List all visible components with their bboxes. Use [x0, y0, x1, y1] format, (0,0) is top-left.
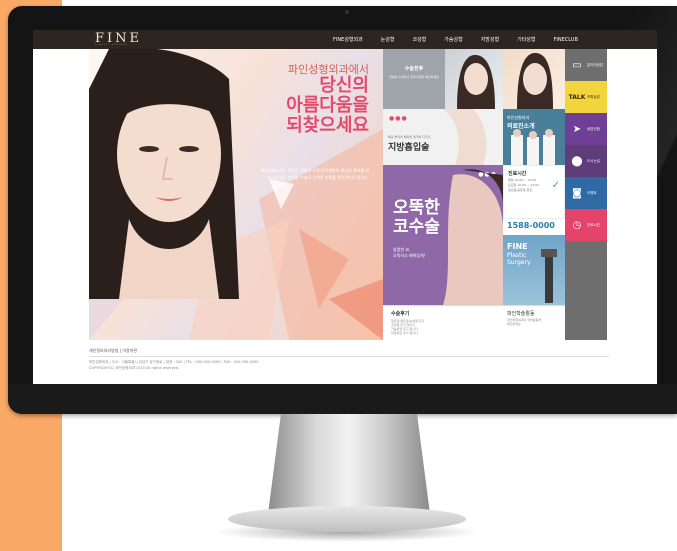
review-item[interactable]: 지방흡입 후기 입니다 [391, 331, 424, 335]
camera-icon: ◙ [572, 187, 582, 199]
tile-model-portrait[interactable] [445, 49, 503, 109]
phone-number[interactable]: 1588-0000 [507, 221, 555, 230]
content-column-middle: 수술전후 전반의 수술후기 전후사진을 확인하세요 ●●● 특정 부위의 체지방… [383, 49, 503, 340]
quick-consult-request[interactable]: ➤ 상담신청 [565, 113, 607, 145]
medical-device-image [541, 249, 557, 303]
menu-item-fine[interactable]: FINE성형외과 [333, 36, 363, 43]
main-menu: FINE성형외과 눈성형 코성형 가슴성형 지방성형 기타성형 FINECLUB [333, 30, 596, 49]
menu-item-nose[interactable]: 코성형 [412, 36, 426, 43]
hero-banner[interactable]: 파인성형외과에서 당신의 아름다움을 되찾으세요 파인성형외과는 풍부한 경험과… [89, 49, 383, 340]
doctors-image [511, 129, 555, 165]
tile-rhinoplasty-title-2: 코수술 [393, 217, 440, 237]
apple-logo-icon [337, 391, 351, 405]
tile-hours-list: 평일 10:00 ~ 19:00 토요일 10:00 ~ 15:00 일요일/공… [508, 178, 539, 193]
model-portrait-image [457, 55, 495, 109]
footer-address: 파인성형외과 | 주소 : 서울특별시 강남구 압구정로 | 대표 : 000 … [89, 360, 259, 364]
tile-before-after-subtitle: 전반의 수술후기 전후사진을 확인하세요 [389, 75, 439, 79]
tile-doctors[interactable]: 파인성형외과 의료진소개 [503, 109, 565, 165]
tile-rhinoplasty-title-1: 오뚝한 [393, 198, 440, 218]
tile-model-portrait-2[interactable] [503, 49, 565, 109]
clock-icon: ◷ [572, 219, 582, 231]
tile-before-after[interactable]: 수술전후 전반의 수술후기 전후사진을 확인하세요 [383, 49, 445, 109]
top-navigation: FINE PLASTIC SURGERY FINE성형외과 눈성형 코성형 가슴… [33, 30, 657, 49]
quick-clinic-hours[interactable]: ◷ 진료시간 [565, 209, 607, 241]
quick-menu-filler [565, 241, 607, 340]
hero-headline: 파인성형외과에서 당신의 아름다움을 되찾으세요 [286, 63, 369, 136]
tile-rhinoplasty-subtitle: 날렵한 코, 오똑하고 매력있게! [393, 247, 425, 259]
tile-rhinoplasty-title: 오뚝한 코수술 [393, 199, 440, 237]
chat-icon: ▭ [572, 59, 582, 71]
quick-event[interactable]: ◙ 이벤트 [565, 177, 607, 209]
quick-label: 카톡상담 [587, 94, 600, 99]
content-column-right: 파인성형외과 의료진소개 진료시간 평일 10:00 ~ 19:00 토요일 1… [503, 49, 565, 340]
hero-description: 파인성형외과는 풍부한 경험과 오랜 연구개발로 최상의 결과를 약속드립니다.… [260, 168, 369, 180]
tile-reviews-title: 수술후기 [391, 311, 410, 317]
camera-icon [345, 10, 349, 14]
tile-liposuction-subtitle: 특정 부위의 체지방 제거와 디자인 [388, 135, 431, 139]
quick-label: 진료시간 [587, 222, 600, 227]
tile-before-after-title: 수술전후 [404, 66, 424, 72]
quick-menu: ▭ 온라인상담 TALK 카톡상담 ➤ 상담신청 ⬤ 오시는길 ◙ 이벤트 ◷ … [565, 49, 607, 340]
activity-line: 확인하세요 [507, 322, 521, 326]
quick-label: 상담신청 [587, 126, 600, 131]
menu-item-fat[interactable]: 지방성형 [481, 36, 499, 43]
quick-directions[interactable]: ⬤ 오시는길 [565, 145, 607, 177]
tile-academic-activities[interactable]: 파인학술활동 파인성형외과의 학술활동을 확인하세요 [503, 305, 565, 340]
tile-rhinoplasty[interactable]: ●●● 오뚝한 코수술 날렵한 코, 오똑하고 매력있게! [383, 165, 503, 305]
site-footer: 개인정보처리방침 | 이용약관 파인성형외과 | 주소 : 서울특별시 강남구 … [89, 348, 609, 378]
hours-line: 일요일/공휴일 휴진 [508, 188, 533, 192]
menu-item-fineclub[interactable]: FINECLUB [554, 37, 578, 43]
tile-liposuction[interactable]: ●●● 특정 부위의 체지방 제거와 디자인 지방흡입술 [383, 109, 503, 165]
quick-label: 온라인상담 [587, 62, 604, 67]
tile-reviews[interactable]: 수술후기 앞트임/뒷트임/눈성형 후기 코성형 후기 입니다 가슴성형 후기 입… [383, 305, 503, 340]
send-icon: ➤ [572, 123, 582, 135]
footer-divider [89, 356, 609, 357]
check-icon: ✓ [551, 180, 560, 191]
site-logo-subtitle: PLASTIC SURGERY [95, 44, 129, 46]
model-face-illustration [89, 49, 239, 299]
tile-liposuction-title: 지방흡입술 [388, 143, 430, 153]
quick-kakao-consult[interactable]: TALK 카톡상담 [565, 81, 607, 113]
hero-line-2: 당신의 [319, 75, 369, 96]
menu-item-eye[interactable]: 눈성형 [381, 36, 395, 43]
quick-label: 이벤트 [587, 190, 597, 195]
monitor-stand-neck [268, 414, 430, 514]
stage: FINE PLASTIC SURGERY FINE성형외과 눈성형 코성형 가슴… [0, 0, 677, 551]
menu-item-breast[interactable]: 가슴성형 [444, 36, 462, 43]
website-screen: FINE PLASTIC SURGERY FINE성형외과 눈성형 코성형 가슴… [33, 30, 657, 384]
tile-activities-list: 파인성형외과의 학술활동을 확인하세요 [507, 318, 541, 326]
menu-item-etc[interactable]: 기타성형 [517, 36, 535, 43]
tile-rhinoplasty-sub-2: 오똑하고 매력있게! [393, 253, 426, 258]
footer-copyright: COPYRIGHT(C) 파인성형외과 2015 All rights rese… [89, 366, 180, 370]
tile-reviews-list: 앞트임/뒷트임/눈성형 후기 코성형 후기 입니다 가슴성형 후기 입니다 지방… [391, 319, 424, 335]
tile-clinic-hours: 진료시간 평일 10:00 ~ 19:00 토요일 10:00 ~ 15:00 … [503, 165, 565, 219]
tile-fine-plastic-surgery[interactable]: FINE Plastic Surgery [503, 235, 565, 305]
tile-phone[interactable]: 1588-0000 [503, 219, 565, 235]
talk-icon: TALK [568, 93, 586, 101]
tile-hours-title: 진료시간 [508, 171, 527, 177]
model-portrait-image [517, 53, 553, 109]
hero-line-3: 아름다움을 [286, 95, 369, 116]
monitor-stand-base [228, 506, 466, 532]
tile-activities-title: 파인학술활동 [507, 311, 535, 317]
tile-rhinoplasty-sub-1: 날렵한 코, [393, 247, 411, 252]
quick-online-consult[interactable]: ▭ 온라인상담 [565, 49, 607, 81]
quick-label: 오시는길 [587, 158, 600, 163]
footer-links[interactable]: 개인정보처리방침 | 이용약관 [89, 348, 609, 354]
map-pin-icon: ⬤ [571, 155, 583, 167]
hero-line-4: 되찾으세요 [286, 115, 369, 136]
